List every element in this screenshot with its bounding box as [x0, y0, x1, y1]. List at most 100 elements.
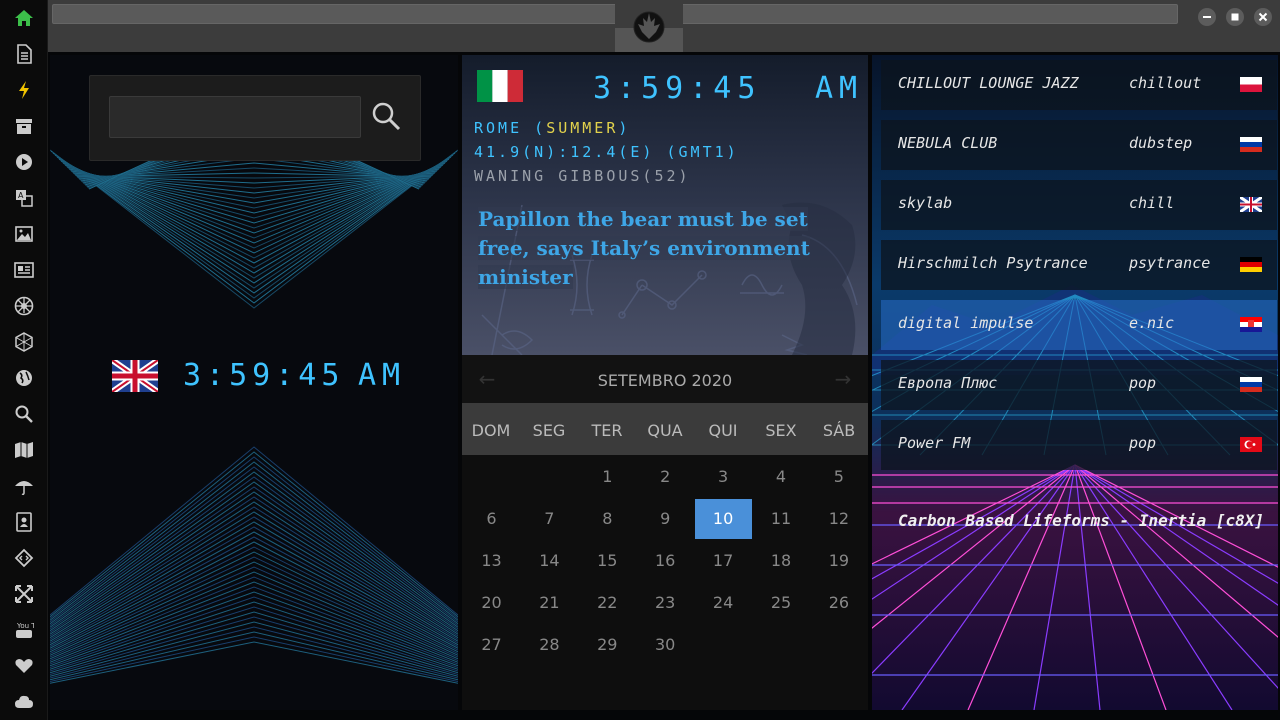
globe-icon[interactable]	[12, 366, 36, 390]
contact-book-icon[interactable]	[12, 510, 36, 534]
chevron-line	[51, 151, 457, 299]
calendar-day[interactable]: 21	[521, 583, 578, 623]
station-item[interactable]: skylab chill	[881, 180, 1277, 230]
station-name: NEBULA CLUB	[898, 134, 998, 152]
translate-icon[interactable]: A	[12, 186, 36, 210]
calendar-day[interactable]: 20	[463, 583, 520, 623]
image-icon[interactable]	[12, 222, 36, 246]
calendar-day[interactable]: 1	[579, 457, 636, 497]
russia-flag-icon	[1240, 377, 1262, 392]
coordinates-line: 41.9(N):12.4(E) (GMT1)	[474, 143, 739, 161]
rebel-alliance-icon	[633, 11, 665, 43]
code-diamond-icon[interactable]	[12, 546, 36, 570]
calendar-day[interactable]: 6	[463, 499, 520, 539]
station-item[interactable]: NEBULA CLUB dubstep	[881, 120, 1277, 170]
calendar-day[interactable]: 12	[810, 499, 867, 539]
calendar-weekday-row: DOM SEG TER QUA QUI SEX SÁB	[462, 403, 868, 455]
rome-clock-ampm: AM	[815, 71, 864, 106]
galactic-empire-icon[interactable]	[12, 294, 36, 318]
maximize-button[interactable]	[1226, 8, 1244, 26]
italy-flag-icon	[477, 70, 523, 102]
search-button[interactable]	[370, 100, 402, 132]
now-playing-title: Carbon Based Lifeforms - Inertia [c8X]	[898, 511, 1265, 530]
search-input[interactable]	[109, 96, 361, 138]
uk-clock-ampm: AM	[358, 358, 407, 393]
radio-panel: CHILLOUT LOUNGE JAZZ chillout NEBULA CLUB d…	[872, 55, 1278, 710]
map-icon[interactable]	[12, 438, 36, 462]
calendar-day[interactable]: 24	[695, 583, 752, 623]
calendar-day[interactable]: 3	[695, 457, 752, 497]
svg-text:A: A	[18, 191, 24, 200]
calendar-day[interactable]: 14	[521, 541, 578, 581]
moon-phase-line: WANING GIBBOUS(52)	[474, 167, 691, 185]
station-item[interactable]: Европа Плюс pop	[881, 360, 1277, 410]
calendar-day[interactable]: 18	[753, 541, 810, 581]
chevron-line	[50, 586, 458, 665]
newspaper-icon[interactable]	[12, 258, 36, 282]
umbrella-icon[interactable]	[12, 474, 36, 498]
chevron-line	[56, 156, 452, 274]
calendar-day[interactable]: 15	[579, 541, 636, 581]
city-season-line: ROME (SUMMER)	[474, 119, 630, 137]
chevron-line	[50, 571, 458, 660]
calendar-day[interactable]: 7	[521, 499, 578, 539]
calendar-day[interactable]: 5	[810, 457, 867, 497]
chevron-line	[50, 631, 458, 681]
station-item[interactable]: digital impulse e.nic	[881, 300, 1277, 350]
search-icon[interactable]	[12, 402, 36, 426]
calendar-day[interactable]: 22	[579, 583, 636, 623]
calendar-day-selected[interactable]: 10	[694, 499, 752, 539]
play-circle-icon[interactable]	[12, 150, 36, 174]
calendar-day[interactable]: 9	[637, 499, 694, 539]
uk-flag-icon	[112, 360, 158, 392]
calendar-day[interactable]: 16	[637, 541, 694, 581]
hexagon-icon[interactable]	[12, 330, 36, 354]
news-headline[interactable]: Papillon the bear must be set free, says…	[478, 205, 848, 292]
calendar-day[interactable]: 28	[521, 625, 578, 665]
expand-arrows-icon[interactable]	[12, 582, 36, 606]
station-name: Европа Плюс	[898, 374, 998, 392]
chevron-line	[50, 491, 458, 632]
station-item[interactable]: Hirschmilch Psytrance psytrance	[881, 240, 1277, 290]
calendar-day[interactable]: 2	[637, 457, 694, 497]
calendar-day[interactable]: 30	[637, 625, 694, 665]
sidebar: A You Tube	[0, 0, 48, 720]
next-month-icon[interactable]: →	[831, 367, 855, 391]
rome-clock-time: 3:59:45	[593, 71, 762, 106]
chevron-line	[50, 531, 458, 646]
calendar-day[interactable]: 13	[463, 541, 520, 581]
close-button[interactable]	[1254, 8, 1272, 26]
calendar-day[interactable]: 26	[810, 583, 867, 623]
calendar-day[interactable]: 19	[810, 541, 867, 581]
station-name: Power FM	[898, 434, 971, 452]
calendar-day[interactable]: 29	[579, 625, 636, 665]
calendar-day[interactable]: 17	[695, 541, 752, 581]
calendar-day[interactable]: 4	[753, 457, 810, 497]
logo-tab[interactable]	[615, 0, 683, 52]
home-icon[interactable]	[12, 6, 36, 30]
station-item[interactable]: CHILLOUT LOUNGE JAZZ chillout	[881, 60, 1277, 110]
lightning-icon[interactable]	[12, 78, 36, 102]
cloud-icon[interactable]	[12, 690, 36, 714]
minimize-button[interactable]	[1198, 8, 1216, 26]
station-genre: psytrance	[1129, 254, 1211, 272]
heart-icon[interactable]	[12, 654, 36, 678]
calendar-header: ← SETEMBRO 2020 →	[462, 355, 868, 403]
title-bar	[48, 0, 1280, 52]
chevron-line	[50, 150, 458, 304]
station-name: digital impulse	[898, 314, 1034, 332]
city-name: ROME (	[474, 119, 547, 137]
archive-icon[interactable]	[12, 114, 36, 138]
calendar-day[interactable]: 23	[637, 583, 694, 623]
uk-clock-time: 3:59:45	[183, 358, 345, 393]
station-item[interactable]: Power FM pop	[881, 420, 1277, 470]
youtube-icon[interactable]: You Tube	[12, 618, 36, 642]
calendar-day[interactable]: 11	[753, 499, 810, 539]
calendar-day[interactable]: 27	[463, 625, 520, 665]
calendar-day[interactable]: 25	[753, 583, 810, 623]
calendar-day[interactable]: 8	[579, 499, 636, 539]
chevron-line	[50, 526, 458, 644]
station-genre: pop	[1129, 374, 1157, 392]
document-icon[interactable]	[12, 42, 36, 66]
search-box	[89, 75, 421, 161]
